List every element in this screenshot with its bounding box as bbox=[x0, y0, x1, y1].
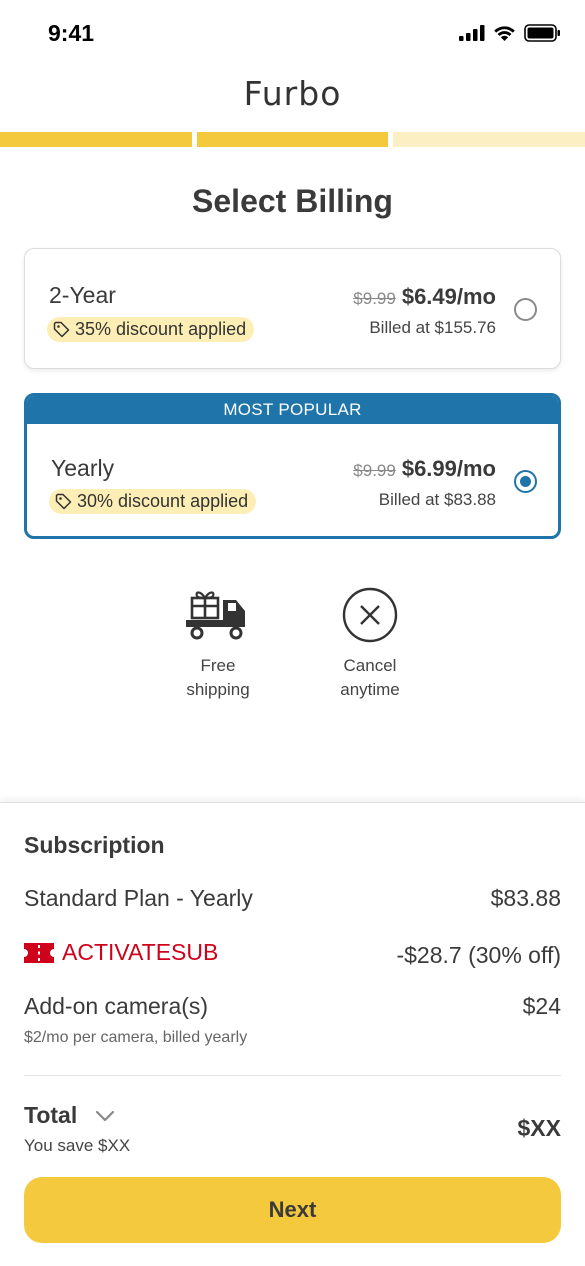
billed-amount: Billed at $155.76 bbox=[369, 318, 496, 337]
progress-step-1 bbox=[0, 132, 192, 147]
perk-free-shipping: Free shipping bbox=[143, 584, 293, 702]
perk-label-line-1: Free bbox=[200, 656, 236, 675]
promo-code-label: ACTIVATESUB bbox=[62, 939, 219, 965]
perk-label-line-2: shipping bbox=[186, 680, 250, 699]
perk-label: Cancel anytime bbox=[295, 654, 445, 702]
plan-name: Yearly bbox=[51, 455, 115, 481]
progress-step-2 bbox=[196, 132, 389, 147]
most-popular-banner: MOST POPULAR bbox=[27, 396, 558, 424]
new-price: $6.99/mo bbox=[401, 456, 496, 481]
tag-icon bbox=[55, 493, 72, 510]
status-icons bbox=[459, 24, 561, 42]
plan-name: 2-Year bbox=[49, 282, 116, 308]
plan-radio-2-year[interactable] bbox=[514, 298, 537, 321]
perk-label-line-2: anytime bbox=[340, 680, 400, 699]
plan-card-yearly[interactable]: MOST POPULAR Yearly 30% discount applied… bbox=[24, 393, 561, 539]
divider bbox=[24, 1075, 561, 1076]
promo-row: ACTIVATESUB -$28.7 (30% off) bbox=[24, 939, 561, 969]
addon-row: Add-on camera(s) $24 bbox=[24, 993, 561, 1020]
save-note: You save $XX bbox=[24, 1136, 131, 1155]
status-bar: 9:41 bbox=[0, 0, 585, 66]
page-title: Select Billing bbox=[192, 183, 393, 219]
tag-icon bbox=[53, 321, 70, 338]
subscription-summary: Subscription Standard Plan - Yearly $83.… bbox=[0, 802, 585, 1266]
discount-badge: 30% discount applied bbox=[49, 489, 257, 514]
billed-amount: Billed at $83.88 bbox=[378, 490, 496, 509]
perk-label-line-1: Cancel bbox=[343, 656, 397, 675]
promo-amount: -$28.7 (30% off) bbox=[396, 941, 561, 968]
perk-label: Free shipping bbox=[143, 654, 293, 702]
plan-radio-yearly[interactable] bbox=[514, 470, 537, 493]
total-label: Total bbox=[24, 1102, 78, 1128]
cancel-circle-icon bbox=[295, 584, 445, 646]
coupon-icon bbox=[24, 942, 54, 963]
progress-step-3 bbox=[393, 132, 585, 147]
next-button[interactable]: Next bbox=[24, 1177, 561, 1243]
old-price: $9.99 bbox=[353, 461, 396, 480]
battery-icon bbox=[524, 24, 560, 42]
promo-code: ACTIVATESUB bbox=[24, 939, 218, 966]
step-progress bbox=[0, 132, 585, 147]
summary-title: Subscription bbox=[24, 832, 165, 858]
plan-price: $83.88 bbox=[490, 885, 561, 911]
wifi-icon bbox=[494, 25, 515, 41]
addon-note: $2/mo per camera, billed yearly bbox=[24, 1029, 248, 1046]
discount-label: 35% discount applied bbox=[75, 319, 247, 339]
plan-row: Standard Plan - Yearly $83.88 bbox=[24, 885, 561, 912]
plan-label: Standard Plan - Yearly bbox=[24, 885, 253, 911]
total-toggle[interactable]: Total bbox=[24, 1102, 115, 1129]
signal-icon bbox=[459, 25, 485, 41]
furbo-logo: Furbo bbox=[243, 74, 342, 113]
price-line: $9.99 $6.99/mo bbox=[353, 456, 496, 482]
new-price: $6.49/mo bbox=[401, 284, 496, 309]
price-line: $9.99 $6.49/mo bbox=[353, 284, 496, 310]
total-value: $XX bbox=[517, 1115, 561, 1141]
perk-cancel-anytime: Cancel anytime bbox=[295, 584, 445, 702]
addon-price: $24 bbox=[522, 993, 561, 1019]
chevron-down-icon[interactable] bbox=[95, 1110, 115, 1122]
discount-badge: 35% discount applied bbox=[47, 317, 255, 342]
addon-label: Add-on camera(s) bbox=[24, 993, 209, 1019]
delivery-truck-gift-icon bbox=[143, 584, 293, 646]
status-time: 9:41 bbox=[48, 20, 95, 46]
discount-label: 30% discount applied bbox=[77, 491, 249, 511]
plan-card-2-year[interactable]: 2-Year 35% discount applied $9.99 $6.49/… bbox=[24, 248, 561, 369]
old-price: $9.99 bbox=[353, 289, 396, 308]
